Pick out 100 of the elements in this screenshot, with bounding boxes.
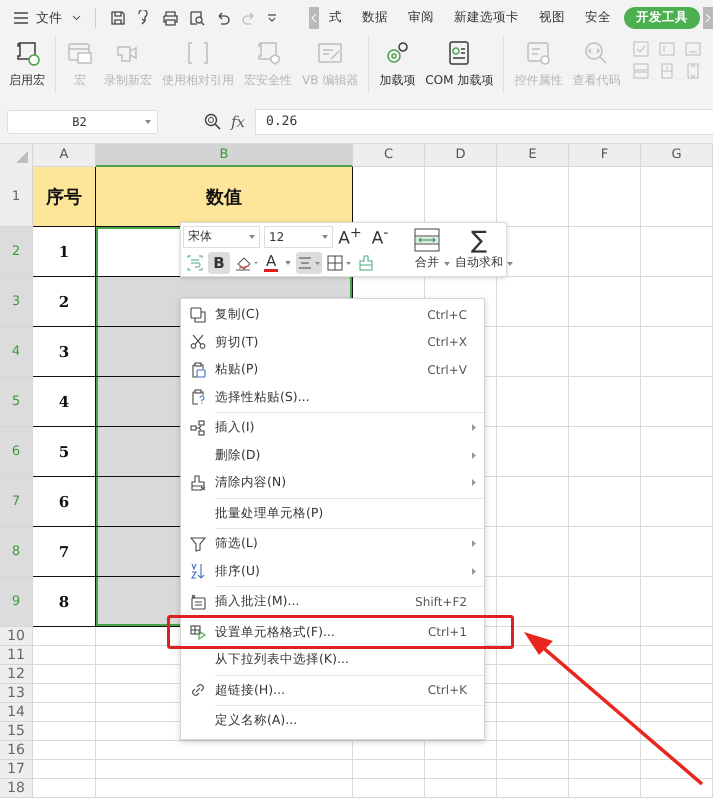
empty-cell [569,277,641,327]
ribbon-tab[interactable]: 审阅 [398,6,444,28]
submenu-arrow-icon [472,452,476,459]
ribbon-button[interactable]: 启用宏 [6,35,48,93]
menu-item[interactable]: 插入批注(M)... Shift+F2 [181,585,484,616]
function-button[interactable]: fx [231,112,246,130]
column-header[interactable]: C [353,144,425,167]
ribbon-tab[interactable]: 安全 [575,6,621,28]
table-cell: 1 [33,227,96,277]
menu-item[interactable]: 排序(U) [181,558,484,585]
preview-icon[interactable] [189,10,205,26]
align-center-icon [296,254,322,271]
row-header[interactable]: 12 [0,665,33,684]
menu-label: 删除(D) [215,446,260,464]
row-header[interactable]: 11 [0,646,33,665]
align-center-button[interactable] [296,252,322,274]
menu-item[interactable]: 设置单元格格式(F)... Ctrl+1 [181,616,484,646]
shortcut-label: Ctrl+V [427,362,467,377]
ribbon-tab[interactable]: 数据 [352,6,398,28]
menu-label: 筛选(L) [215,535,258,552]
empty-cell [425,741,497,760]
scroll-right-button[interactable] [703,6,713,28]
zoom-icon[interactable] [204,113,221,130]
empty-cell [641,527,713,577]
empty-cell [641,277,713,327]
empty-cell [641,577,713,627]
formula-field[interactable]: 0.26 [255,108,713,134]
chevron-right-icon [705,12,711,22]
shortcut-label: Ctrl+C [427,308,467,322]
empty-cell [497,577,569,627]
empty-cell [569,703,641,722]
menu-item[interactable]: 插入(I) [181,411,484,442]
menu-item[interactable]: 从下拉列表中选择(K)... [181,646,484,674]
scroll-left-button[interactable] [309,6,319,28]
row-header[interactable]: 13 [0,684,33,703]
row-header[interactable]: 14 [0,703,33,722]
column-header[interactable]: D [425,144,497,167]
empty-cell [569,741,641,760]
print-icon[interactable] [162,10,179,26]
menu-label: 从下拉列表中选择(K)... [215,651,349,668]
caret-icon[interactable] [285,260,292,265]
column-header[interactable]: G [641,144,713,167]
row-header[interactable]: 15 [0,722,33,741]
menu-item[interactable]: 清除内容(N) [181,469,484,496]
fill-color-icon[interactable] [235,254,259,271]
empty-cell [641,167,713,227]
autosum-button[interactable]: ∑ 自动求和 [450,225,513,274]
filter-icon [190,536,206,552]
row-header[interactable]: 16 [0,741,33,760]
increase-font-button[interactable]: A$^{+}$ [337,225,363,249]
menu-item[interactable]: 复制(C) Ctrl+C [181,301,484,328]
borders-icon[interactable] [327,254,354,271]
menu-item[interactable]: 选择性粘贴(S)... [181,384,484,411]
name-box[interactable]: B2 [7,110,158,134]
ribbon-tab[interactable]: 新建选项卡 [444,6,529,28]
menu-item[interactable]: 批量处理单元格(P) [181,496,484,527]
font-color-button[interactable]: A [264,254,278,272]
scroll-bar-icon[interactable] [685,63,702,79]
menu-item[interactable]: 粘贴(P) Ctrl+V [181,356,484,384]
empty-cell [641,665,713,684]
copy-icon [190,306,206,323]
decrease-font-button[interactable]: A$^{-}$ [367,225,393,249]
format-painter-icon[interactable] [358,254,374,271]
menu-item[interactable]: 定义名称(A)... [181,704,484,734]
column-header[interactable]: E [497,144,569,167]
empty-cell [641,327,713,377]
checkbox-icon[interactable] [633,41,650,57]
empty-cell [641,627,713,646]
wrap-text-icon[interactable] [187,254,203,271]
menu-icon[interactable] [14,12,28,24]
submenu-arrow-icon [472,568,476,575]
ribbon-button[interactable]: COM 加载项 [422,35,496,93]
row-header[interactable]: 17 [0,760,33,779]
row-header[interactable]: 10 [0,627,33,646]
ribbon-tab[interactable]: 视图 [529,6,575,28]
dropdown-icon[interactable] [267,12,277,22]
shortcut-label: Ctrl+1 [428,625,467,640]
empty-cell [497,741,569,760]
file-menu[interactable]: 文件 [36,8,62,26]
merge-button[interactable]: 合并 [409,225,450,274]
empty-cell [569,646,641,665]
empty-cell [569,684,641,703]
menu-item[interactable]: 删除(D) [181,442,484,469]
bold-button[interactable]: B [208,252,230,274]
caret-icon[interactable] [72,14,81,20]
menu-item[interactable]: 筛选(L) [181,527,484,558]
row-header[interactable]: 18 [0,779,33,798]
empty-cell [569,327,641,377]
font-size-dropdown[interactable]: 12 [264,226,333,248]
empty-cell [497,477,569,527]
ribbon-tab[interactable]: 式 [319,6,352,28]
comment-icon [190,594,206,610]
row-header[interactable]: 1 [0,167,33,227]
empty-cell [569,227,641,277]
menu-item[interactable]: 超链接(H)... Ctrl+K [181,674,484,704]
font-dropdown[interactable]: 宋体 [183,226,260,248]
save-icon[interactable] [110,10,126,26]
column-header[interactable]: F [569,144,641,167]
ribbon-button[interactable]: 加载项 [376,35,418,93]
menu-item[interactable]: 剪切(T) Ctrl+X [181,328,484,356]
